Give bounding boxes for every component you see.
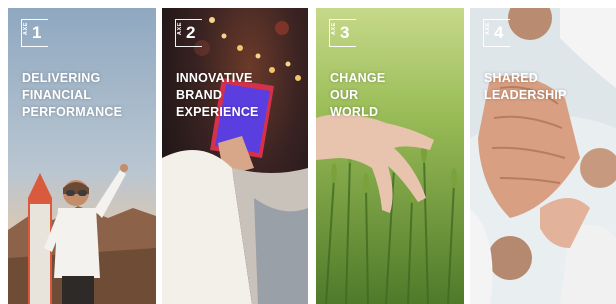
title-line: EXPERIENCE	[176, 105, 259, 119]
axe-label: AXE	[177, 22, 183, 36]
axe-label: AXE	[23, 22, 29, 36]
axe-number: 2	[186, 23, 196, 42]
panel-change-our-world[interactable]: AXE 3 CHANGE OUR WORLD	[316, 8, 464, 304]
axe-number: 4	[494, 23, 504, 42]
title-line: CHANGE	[330, 71, 386, 85]
title-line: BRAND	[176, 88, 223, 102]
team-hands-photo	[470, 8, 616, 304]
axe-label: AXE	[485, 22, 491, 36]
title-line: PERFORMANCE	[22, 105, 123, 119]
axe-number: 3	[340, 23, 350, 42]
axe-label: AXE	[331, 22, 337, 36]
title-line: LEADERSHIP	[484, 88, 567, 102]
panel-title: INNOVATIVE BRAND EXPERIENCE	[176, 70, 308, 121]
axe-badge: AXE 3	[329, 19, 356, 47]
phone-lights-photo	[162, 8, 308, 304]
axe-number: 1	[32, 23, 42, 42]
panel-shared-leadership[interactable]: AXE 4 SHARED LEADERSHIP	[470, 8, 616, 304]
title-line: WORLD	[330, 105, 379, 119]
axe-badge: AXE 4	[483, 19, 510, 47]
axe-badge: AXE 1	[21, 19, 48, 47]
title-line: INNOVATIVE	[176, 71, 253, 85]
panel-innovative-brand-experience[interactable]: AXE 2 INNOVATIVE BRAND EXPERIENCE	[162, 8, 308, 304]
panel-title: SHARED LEADERSHIP	[484, 70, 616, 104]
title-line: OUR	[330, 88, 359, 102]
kid-rocket-photo	[8, 8, 156, 304]
panel-title: CHANGE OUR WORLD	[330, 70, 462, 121]
title-line: FINANCIAL	[22, 88, 92, 102]
title-line: SHARED	[484, 71, 538, 85]
panel-delivering-financial-performance[interactable]: AXE 1 DELIVERING FINANCIAL PERFORMANCE	[8, 8, 156, 304]
axe-badge: AXE 2	[175, 19, 202, 47]
wheat-field-photo	[316, 8, 464, 304]
panel-title: DELIVERING FINANCIAL PERFORMANCE	[22, 70, 154, 121]
title-line: DELIVERING	[22, 71, 101, 85]
